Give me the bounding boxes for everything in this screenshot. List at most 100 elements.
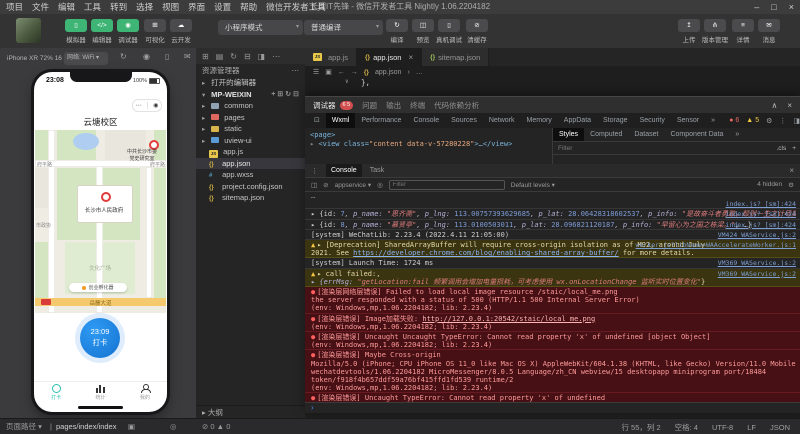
file-sitemap-json[interactable]: {} sitemap.json (196, 192, 305, 204)
task-tab[interactable]: Task (370, 167, 384, 174)
tab-clockin[interactable]: 打卡 (34, 382, 78, 404)
outline-section[interactable]: ▸ 大纲 (196, 405, 306, 418)
styles-tab[interactable]: Styles (553, 128, 584, 141)
inspect-icon[interactable]: ⊡ (308, 113, 326, 128)
mode-select[interactable]: 小程序模式 ▾ (218, 20, 303, 35)
code-editor[interactable]: ∨ }, "permission": { (305, 78, 800, 96)
tab-code-analysis[interactable]: 代码依赖分析 (434, 100, 479, 111)
project-actions[interactable]: +⊞↻⊟ (271, 89, 301, 101)
eye-icon[interactable]: ◎ (377, 181, 383, 189)
source-link[interactable]: index.js? [sm]:424 (726, 200, 796, 208)
kebab-icon[interactable]: ⋮ (779, 117, 786, 125)
clear-console-icon[interactable]: ⊘ (323, 181, 328, 189)
fold-icon[interactable]: ∨ (345, 78, 349, 85)
back-icon[interactable]: ← (338, 69, 345, 76)
file-uview-ui[interactable]: ▸ uview-ui (196, 135, 305, 147)
menu-help[interactable]: 帮助 (240, 1, 257, 13)
component-data-tab[interactable]: Component Data (664, 128, 729, 141)
source-link[interactable]: VM369 WAService.js:2 (718, 259, 796, 267)
tab-app-js[interactable]: JS app.js (305, 48, 357, 66)
more-icon[interactable]: ⋯ (272, 52, 280, 61)
more-icon[interactable]: ⋯ (136, 102, 142, 109)
tab-sitemap-json[interactable]: {} sitemap.json (422, 48, 489, 66)
console-input[interactable]: › (305, 402, 800, 413)
expand-icon[interactable]: ▸ (310, 140, 314, 148)
menu-tools[interactable]: 工具 (84, 1, 101, 13)
maximize-button[interactable]: □ (771, 2, 776, 12)
tabs-overflow-icon[interactable]: » (705, 113, 721, 128)
devtab-appdata[interactable]: AppData (558, 113, 597, 128)
user-avatar[interactable] (16, 18, 41, 43)
close-button[interactable]: × (789, 2, 794, 12)
tabs-overflow-icon[interactable]: » (729, 128, 745, 141)
source-link[interactable]: worker.js?libName=WAAccelerateWorker.js:… (636, 241, 796, 249)
file-app-wxss[interactable]: # app.wxss (196, 169, 305, 181)
close-icon[interactable]: × (789, 166, 794, 175)
collapse-all-icon[interactable]: ⊟ (244, 52, 251, 61)
bookmark-icon[interactable]: ▣ (325, 68, 332, 76)
tab-profile[interactable]: 我的 (123, 382, 167, 404)
file-static[interactable]: ▸ static (196, 123, 305, 135)
menu-interface[interactable]: 界面 (188, 1, 205, 13)
external-link[interactable]: https://developer.chrome.com/blog/enabli… (353, 249, 619, 257)
debugger-toggle-button[interactable]: ◉ 调试器 (113, 19, 143, 44)
language-mode[interactable]: JSON (770, 423, 790, 432)
log-row-warning[interactable]: ▲▸ call failed:, ▸ {errMsg: "getLocation… (305, 269, 800, 287)
tab-problems[interactable]: 问题 (362, 100, 377, 111)
project-root[interactable]: ▾ MP-WEIXIN +⊞↻⊟ (196, 89, 305, 101)
tab-terminal[interactable]: 终端 (410, 100, 425, 111)
source-link[interactable]: VM424 WAService.js:2 (718, 231, 796, 239)
version-control-button[interactable]: ⋔ 版本管理 (700, 19, 730, 44)
devtab-wxml[interactable]: Wxml (326, 113, 356, 128)
console-filter-input[interactable] (389, 180, 505, 190)
devtab-memory[interactable]: Memory (521, 113, 558, 128)
tab-debugger[interactable]: 调试器 (313, 100, 336, 111)
phone-icon[interactable]: ▯ (165, 52, 169, 61)
file-pages[interactable]: ▸ pages (196, 112, 305, 124)
exit-icon[interactable]: ◉ (153, 102, 158, 109)
file-app-json[interactable]: {} app.json (196, 158, 305, 170)
log-row-object[interactable]: ▸ {id: 7, p_name: "思齐斋", p_lng: 113.0075… (305, 209, 800, 219)
breadcrumb-more[interactable]: … (416, 69, 423, 76)
source-link[interactable]: index.js? [sm]:424 (726, 221, 796, 229)
menu-edit[interactable]: 编辑 (58, 1, 75, 13)
console-tab[interactable]: Console (326, 164, 362, 177)
map-pin[interactable] (101, 192, 111, 202)
tab-app-json[interactable]: {} app.json × (357, 48, 422, 66)
clock-in-button[interactable]: 23:09 打卡 (80, 318, 120, 358)
menu-view[interactable]: 视图 (162, 1, 179, 13)
context-select[interactable]: appservice ▾ (335, 181, 372, 189)
map-poi-chip[interactable]: 创业孵化器 (69, 283, 127, 292)
tab-stats[interactable]: 统计 (78, 382, 122, 404)
clear-cache-button[interactable]: ⊘ 清缓存 (462, 19, 492, 44)
gear-icon[interactable]: ⚙ (766, 117, 772, 125)
dock-icon[interactable]: ◨ (793, 117, 800, 125)
message-icon[interactable]: ✉ (184, 52, 191, 61)
kebab-icon[interactable]: ⋮ (311, 167, 318, 175)
styles-filter-input[interactable]: Filter (558, 145, 572, 152)
devtab-storage[interactable]: Storage (597, 113, 634, 128)
split-icon[interactable]: ◨ (258, 52, 266, 61)
problems-indicator[interactable]: ⊘ 0 ▲ 0 (202, 419, 230, 434)
gear-icon[interactable]: ⚙ (788, 181, 794, 189)
file-common[interactable]: ▸ common (196, 100, 305, 112)
levels-select[interactable]: Default levels ▾ (511, 181, 555, 189)
target-icon[interactable]: ◎ (170, 419, 177, 434)
cursor-position[interactable]: 行 55，列 2 (621, 422, 660, 433)
screenshot-icon[interactable]: ◉ (143, 52, 150, 61)
network-select[interactable]: 网络: WiFi ▾ (64, 52, 108, 65)
new-file-icon[interactable]: ⊞ (202, 52, 209, 61)
device-debug-button[interactable]: ▯ 真机调试 (434, 19, 464, 44)
source-link[interactable]: VM369 WAService.js:2 (718, 270, 796, 278)
breadcrumb-file[interactable]: app.json (375, 69, 401, 76)
map-view[interactable]: 府平路 府平路 中共长沙市委 党史研究室 长沙市人民政府 市政协 文化广场 创业… (35, 130, 166, 313)
devtab-sensor[interactable]: Sensor (671, 113, 705, 128)
refresh-icon[interactable]: ↻ (285, 91, 293, 98)
menu-devtools[interactable]: 微信开发者工具 (266, 1, 326, 13)
close-tab-icon[interactable]: × (408, 53, 413, 62)
menu-project[interactable]: 项目 (6, 1, 23, 13)
menu-icon[interactable]: ☰ (313, 68, 319, 76)
list-icon[interactable]: ▤ (216, 52, 224, 61)
devtab-console[interactable]: Console (407, 113, 445, 128)
devtab-sources[interactable]: Sources (445, 113, 483, 128)
